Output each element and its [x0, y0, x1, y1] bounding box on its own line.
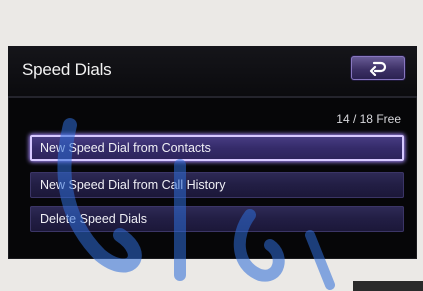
back-button[interactable]	[351, 56, 405, 80]
menu-item-new-from-call-history[interactable]: New Speed Dial from Call History	[30, 172, 404, 198]
device-frame: Speed Dials 14 / 18 Free New Speed Dial …	[0, 0, 423, 291]
menu-item-label: New Speed Dial from Contacts	[40, 141, 211, 155]
image-code-strip	[353, 281, 423, 291]
free-slots-count: 14 / 18 Free	[336, 112, 401, 126]
menu-item-label: Delete Speed Dials	[40, 212, 148, 226]
menu-item-delete-speed-dials[interactable]: Delete Speed Dials	[30, 206, 404, 232]
back-arrow-icon	[369, 61, 387, 76]
header-bar: Speed Dials	[8, 46, 417, 96]
header-divider	[8, 96, 417, 98]
menu-item-label: New Speed Dial from Call History	[40, 178, 226, 192]
menu-item-new-from-contacts[interactable]: New Speed Dial from Contacts	[30, 135, 404, 161]
speed-dials-screen: Speed Dials 14 / 18 Free New Speed Dial …	[8, 46, 417, 259]
page-title: Speed Dials	[22, 60, 112, 79]
